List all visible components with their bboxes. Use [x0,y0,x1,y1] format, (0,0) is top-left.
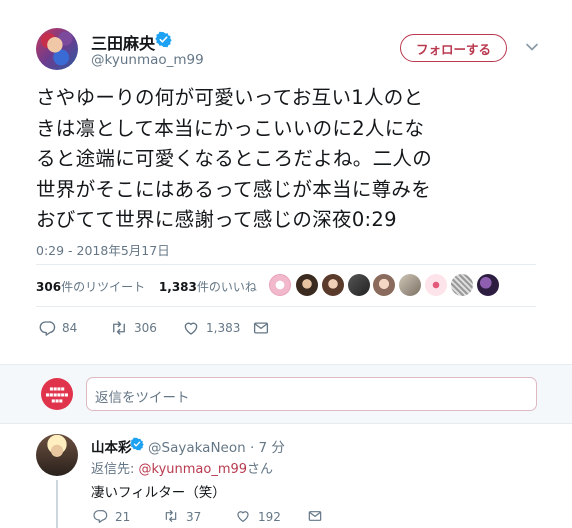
tweet-text: さやゆーりの何が可愛いってお互い1人のと きは凛として本当にかっこいいのに2人に… [36,83,556,236]
liker-avatar[interactable] [348,274,370,296]
tweet-text-line: さやゆーりの何が可愛いってお互い1人のと [36,86,424,109]
retweet-count: 37 [186,510,202,524]
liker-avatar[interactable] [477,274,499,296]
reply-text: 凄いフィルター（笑） [91,485,226,501]
display-name[interactable]: 三田麻央 [91,30,155,54]
reply-to: 返信先: @kyunmao_m99さん [91,462,274,477]
reply-display-name[interactable]: 山本彩 [91,436,132,456]
retweet-stat[interactable]: 306件のリツイート [36,280,145,294]
tweet-timestamp[interactable]: 0:29 - 2018年5月17日 [36,240,170,259]
like-stat[interactable]: 1,383件のいいね [159,280,257,294]
reply-icon[interactable] [38,319,56,337]
reply-input[interactable]: 返信をツイート [86,377,537,411]
chevron-down-icon[interactable] [525,40,539,54]
retweet-count: 306 [134,321,157,335]
reply-tweet [0,424,572,528]
heart-icon[interactable] [235,508,251,524]
tweet-text-line: 世界がそこにはあるって感じが本当に尊みを [36,177,432,201]
like-count: 192 [258,510,281,524]
reply-user-avatar[interactable] [36,434,78,476]
reply-count: 21 [115,510,131,524]
follow-button[interactable]: フォローする [400,34,507,62]
like-count: 1,383 [206,321,241,335]
screen-name[interactable]: @kyunmao_m99 [91,52,204,68]
verified-badge-icon [130,437,144,451]
liker-avatar[interactable] [296,274,318,296]
reply-count: 84 [62,321,78,335]
reply-icon[interactable] [92,508,108,524]
thread-line [56,480,58,528]
liker-avatar[interactable] [322,274,344,296]
heart-icon[interactable] [182,319,200,337]
reply-handle-time[interactable]: @SayakaNeon · 7 分 [148,436,285,456]
divider [36,264,536,265]
tweet-text-line: ると途端に可愛くなるところだよね。二人の [36,147,433,170]
tweet-text-line: おびてて世界に感謝って感じの深夜0:29 [36,208,397,231]
liker-avatar[interactable] [373,274,395,296]
liker-avatar[interactable] [399,274,421,296]
message-icon[interactable] [307,508,323,524]
tweet-text-line: きは凛として本当にかっこいいのに2人にな [36,116,425,140]
liker-avatar[interactable] [269,274,291,296]
retweet-icon[interactable] [110,319,128,337]
liker-avatar[interactable] [451,274,473,296]
retweet-icon[interactable] [163,508,179,524]
tweet-stats: 306件のリツイート 1,383件のいいね [36,278,257,295]
reply-to-mention[interactable]: @kyunmao_m99 [139,462,248,477]
current-user-avatar[interactable]: ■■■■ ■■■■■■ ■■■ [41,378,73,410]
main-tweet: 三田麻央 @kyunmao_m99 フォローする さやゆーりの何が可愛いってお互… [0,0,572,364]
user-avatar[interactable] [36,28,78,70]
message-icon[interactable] [252,319,270,337]
divider [36,306,536,307]
liker-avatar[interactable] [425,274,447,296]
verified-badge-icon [155,31,172,48]
